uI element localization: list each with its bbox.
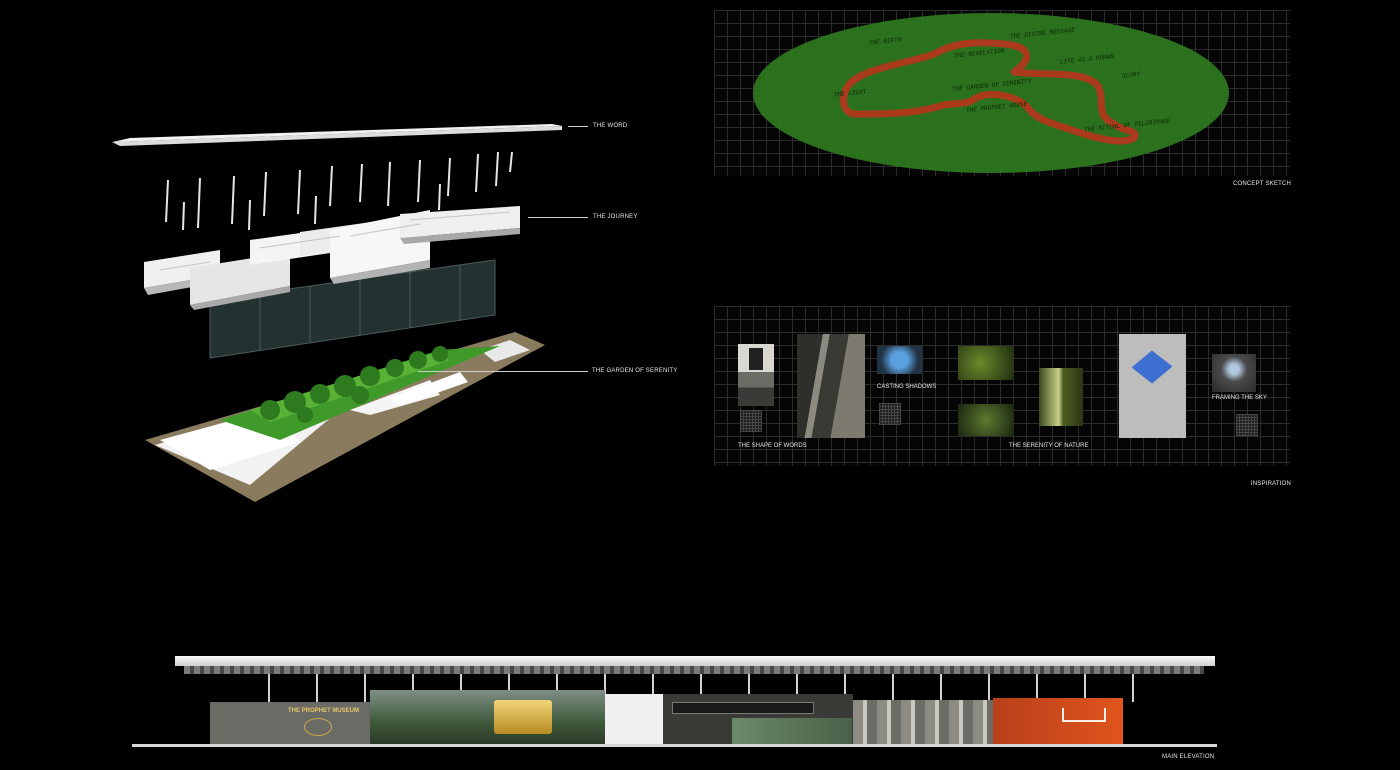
label-garden-of-serenity: THE GARDEN OF SERENITY [592, 368, 678, 374]
elevation-dark-window [672, 702, 814, 714]
caption-casting-shadows: CASTING SHADOWS [877, 384, 937, 390]
thumb-sky [1236, 414, 1258, 436]
inspiration-caption: INSPIRATION [1250, 481, 1291, 487]
concept-sketch-panel: THE BIRTH THE DIVINE MESSAGE THE REVELAT… [714, 10, 1290, 176]
roof-plate [112, 126, 562, 146]
concept-sketch-caption: CONCEPT SKETCH [1232, 181, 1291, 187]
main-elevation: THE PROPHET MUSEUM [132, 652, 1217, 748]
leader-garden [418, 371, 588, 372]
photo-sky-opening [1119, 334, 1186, 438]
main-elevation-caption: MAIN ELEVATION [1162, 754, 1215, 760]
roof-underside [184, 666, 1204, 674]
garden-slab [145, 332, 545, 502]
caption-serenity-nature: THE SERENITY OF NATURE [1009, 443, 1089, 449]
thumb-words [740, 410, 762, 432]
photo-jungle-1 [958, 346, 1014, 380]
leader-journey [528, 217, 588, 218]
elevation-white-volume [605, 694, 663, 744]
elevation-pattern-wall [853, 700, 993, 744]
photo-calligraphy-panel [749, 348, 763, 370]
elevation-ground [132, 744, 1217, 747]
photo-jungle-3 [1039, 368, 1083, 426]
photo-jungle-2 [958, 404, 1014, 436]
caption-shape-of-words: THE SHAPE OF WORDS [738, 443, 807, 449]
photo-casting-shadows [877, 346, 922, 374]
label-the-journey: THE JOURNEY [593, 214, 638, 220]
caption-framing-sky: FRAMING THE SKY [1212, 395, 1267, 401]
photo-framing-sky [1212, 354, 1256, 392]
orange-volume-mark [1062, 708, 1106, 722]
elevation-sign-text: THE PROPHET MUSEUM [288, 708, 360, 714]
leader-word [568, 126, 588, 127]
inspiration-panel: CASTING SHADOWS FRAMING THE SKY THE SHAP… [714, 306, 1290, 466]
photo-shadow-corridor [797, 334, 865, 438]
calligraphy-emblem [304, 718, 332, 736]
label-the-word: THE WORD [593, 123, 628, 129]
elevation-glass-2 [732, 718, 852, 744]
concept-sketch [753, 13, 1229, 173]
axonometric-drawing [112, 124, 562, 502]
gold-volume [494, 700, 552, 734]
elevation-glass-trees [370, 690, 605, 744]
elevation-roof [175, 656, 1215, 666]
axonometric-diagram [100, 110, 588, 510]
thumb-shadows [879, 403, 901, 425]
